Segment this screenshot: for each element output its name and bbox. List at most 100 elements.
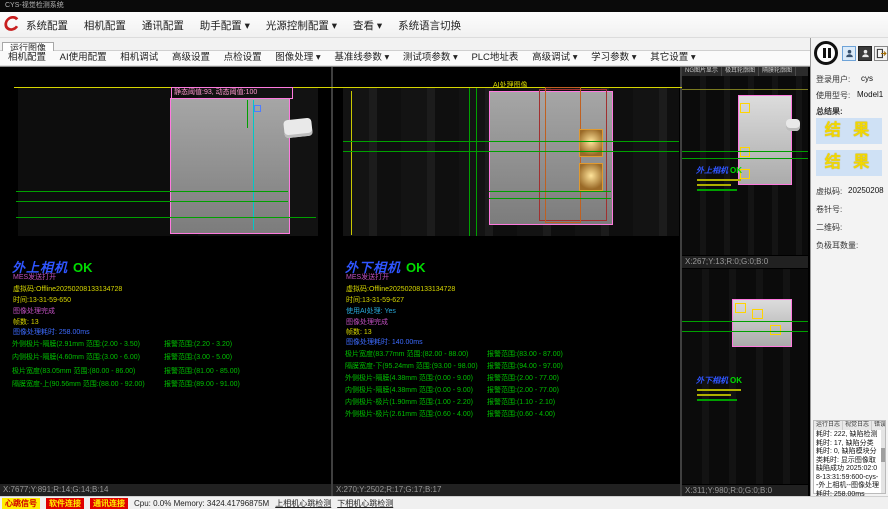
measurement-row: 隔膜宽度-上(90.56mm 范围:(88.00 - 92.00)报警范围:(8… (12, 380, 327, 389)
measurement-row: 内侧极片-隔膜(4.60mm 范围:(3.00 - 6.00)报警范围:(3.0… (12, 353, 327, 362)
tool-test-item-params[interactable]: 测试项参数 ▾ (403, 52, 458, 63)
tab-detect-box (579, 163, 603, 191)
thumb-info-bar (697, 189, 737, 191)
menu-system-config[interactable]: 系统配置 (26, 20, 68, 32)
cell-region (170, 98, 290, 234)
barcode-line: 虚拟码:Offline20250208133134728 (346, 285, 455, 294)
edge-line (476, 88, 477, 236)
admin-mode-button[interactable] (858, 46, 872, 61)
frame-count-line: 帧数: 13 (346, 328, 372, 337)
model-label: 使用型号: (816, 90, 850, 101)
pixel-coordinate-bar: X:7677;Y:891;R:14;G:14;B:14 (0, 483, 331, 496)
measure-line (489, 191, 611, 192)
menu-language-switch[interactable]: 系统语言切换 (398, 20, 461, 32)
viewport-ng-display[interactable]: NG图片显示极耳轮廓图隔膜轮廓图 外上相机OK X:267;Y:13;R:0;G… (682, 67, 808, 267)
software-connect-badge: 软件连接 (46, 498, 84, 509)
tab-detect-box (579, 129, 603, 157)
tab-tab-contour[interactable]: 极耳轮廓图 (722, 67, 759, 76)
menu-comm-config[interactable]: 通讯配置 (142, 20, 184, 32)
menu-camera-config[interactable]: 相机配置 (84, 20, 126, 32)
marker-box (752, 309, 763, 319)
thumb-info-bar (697, 399, 737, 401)
measure-line (682, 151, 808, 152)
measure-line (16, 201, 288, 202)
measurement-row: 极片宽度(83.05mm 范围:(80.00 - 86.00)报警范围:(81.… (12, 367, 327, 376)
measure-line (343, 151, 679, 152)
upper-camera-heartbeat-link[interactable]: 上相机心跳检测 (275, 498, 331, 509)
tab-material-blob (786, 119, 800, 131)
tool-ai-use-config[interactable]: AI使用配置 (60, 52, 107, 63)
marker-box (740, 147, 750, 157)
thumb-info-bar (697, 179, 741, 181)
frame-count-line: 帧数: 13 (13, 318, 39, 327)
menu-assistant-config[interactable]: 助手配置 ▾ (200, 20, 250, 32)
log-tab-vision[interactable]: 视觉日志 (843, 421, 872, 430)
tool-advanced-debug[interactable]: 高级调试 ▾ (532, 52, 577, 63)
document-tabstrip: 运行图像 (0, 38, 810, 51)
thumb-info-bar (697, 184, 731, 186)
ng-view-tabs: NG图片显示极耳轮廓图隔膜轮廓图 (682, 67, 808, 76)
thumb-result-title: 外下相机OK (696, 375, 742, 386)
app-logo-icon (4, 16, 21, 33)
tool-plc-address-table[interactable]: PLC地址表 (471, 52, 518, 63)
viewport-upper-camera[interactable]: 静态阈值:93, 动态阈值:100 外上相机OK MES发送打开 虚拟码:Off… (0, 67, 333, 496)
menu-items: 系统配置 相机配置 通讯配置 助手配置 ▾ 光源控制配置 ▾ 查看 ▾ 系统语言… (26, 18, 474, 33)
pixel-coordinate-bar: X:270;Y:2502;R:17;G:17;B:17 (333, 483, 680, 496)
window-title: CYS-视觉检测系统 (5, 2, 64, 9)
pixel-coordinate-bar: X:267;Y:13;R:0;G:0;B:0 (682, 255, 808, 268)
elapsed-line: 图像处理耗时: 258.00ms (13, 328, 90, 337)
elapsed-line: 图像处理耗时: 140.00ms (346, 338, 423, 347)
menu-light-control[interactable]: 光源控制配置 ▾ (266, 20, 337, 32)
log-panel: 运行日志视觉日志错误日志 耗时: 222, 缺陷检测耗时: 17, 缺陷分类耗时… (813, 420, 886, 494)
measurement-row: 内侧极片-隔膜(4.38mm 范围:(0.00 - 9.00)报警范围:(2.0… (345, 386, 676, 395)
process-done-line: 图像处理完成 (13, 307, 55, 316)
menu-view[interactable]: 查看 ▾ (353, 20, 382, 32)
virtual-code-label: 虚拟码: (816, 186, 842, 197)
login-user-value[interactable]: cys (861, 74, 873, 83)
toolbar: 相机配置 AI使用配置 相机调试 高级设置 点检设置 图像处理 ▾ 基准线参数 … (0, 51, 810, 66)
log-scrollbar[interactable] (881, 430, 885, 493)
exit-button[interactable] (874, 46, 888, 61)
mes-status: MES发送打开 (346, 273, 389, 282)
process-done-line: 图像处理完成 (346, 318, 388, 327)
ai-process-line: 使用AI处理: Yes (346, 307, 396, 316)
result-box-upper: 结 果 (816, 118, 882, 144)
main-view-area: 静态阈值:93, 动态阈值:100 外上相机OK MES发送打开 虚拟码:Off… (0, 66, 810, 496)
pause-button[interactable] (814, 41, 838, 65)
log-tab-run[interactable]: 运行日志 (814, 421, 843, 430)
tool-image-processing[interactable]: 图像处理 ▾ (275, 52, 320, 63)
comm-connect-badge: 通讯连接 (90, 498, 128, 509)
measure-line (16, 217, 316, 218)
thumb-info-bar (697, 389, 741, 391)
tab-separator-contour[interactable]: 隔膜轮廓图 (759, 67, 796, 76)
total-result-label: 总结果: (816, 106, 843, 117)
reference-line (682, 89, 808, 90)
marker-box (254, 105, 261, 112)
tool-camera-debug[interactable]: 相机调试 (120, 52, 158, 63)
tab-ng-image[interactable]: NG图片显示 (682, 67, 722, 76)
tool-baseline-params[interactable]: 基准线参数 ▾ (334, 52, 389, 63)
viewport-thumb-lower[interactable]: 外下相机OK X:311;Y:980;R:0;G:0;B:0 (682, 269, 808, 497)
measurement-row: 极片宽度(83.77mm 范围:(82.00 - 88.00)报警范围:(83.… (345, 350, 676, 359)
status-ok: OK (73, 260, 93, 275)
tool-advanced-settings[interactable]: 高级设置 (172, 52, 210, 63)
model-value[interactable]: Model1 (857, 90, 883, 99)
measure-line (343, 141, 679, 142)
log-tab-error[interactable]: 错误日志 (872, 421, 885, 430)
lower-camera-heartbeat-link[interactable]: 下相机心跳检测 (337, 498, 393, 509)
edge-line (351, 91, 352, 235)
measure-line (489, 198, 611, 199)
tab-material-blob (283, 118, 313, 139)
marker-box (740, 103, 750, 113)
time-line: 时间:13-31-59-650 (13, 296, 71, 305)
marker-box (735, 303, 746, 313)
tool-camera-config[interactable]: 相机配置 (8, 52, 46, 63)
cpu-memory-status: Cpu: 0.0% Memory: 3424.41796875M (134, 498, 269, 509)
measure-line (682, 331, 808, 332)
tool-learning-params[interactable]: 学习参数 ▾ (591, 52, 636, 63)
qr-code-label: 二维码: (816, 222, 842, 233)
viewport-lower-camera[interactable]: AI处理图像 外下相机OK MES发送打开 虚拟码:Offline2025020… (333, 67, 682, 496)
tool-other-settings[interactable]: 其它设置 ▾ (650, 52, 695, 63)
tool-spot-check[interactable]: 点检设置 (224, 52, 262, 63)
user-mode-button[interactable] (842, 46, 856, 61)
